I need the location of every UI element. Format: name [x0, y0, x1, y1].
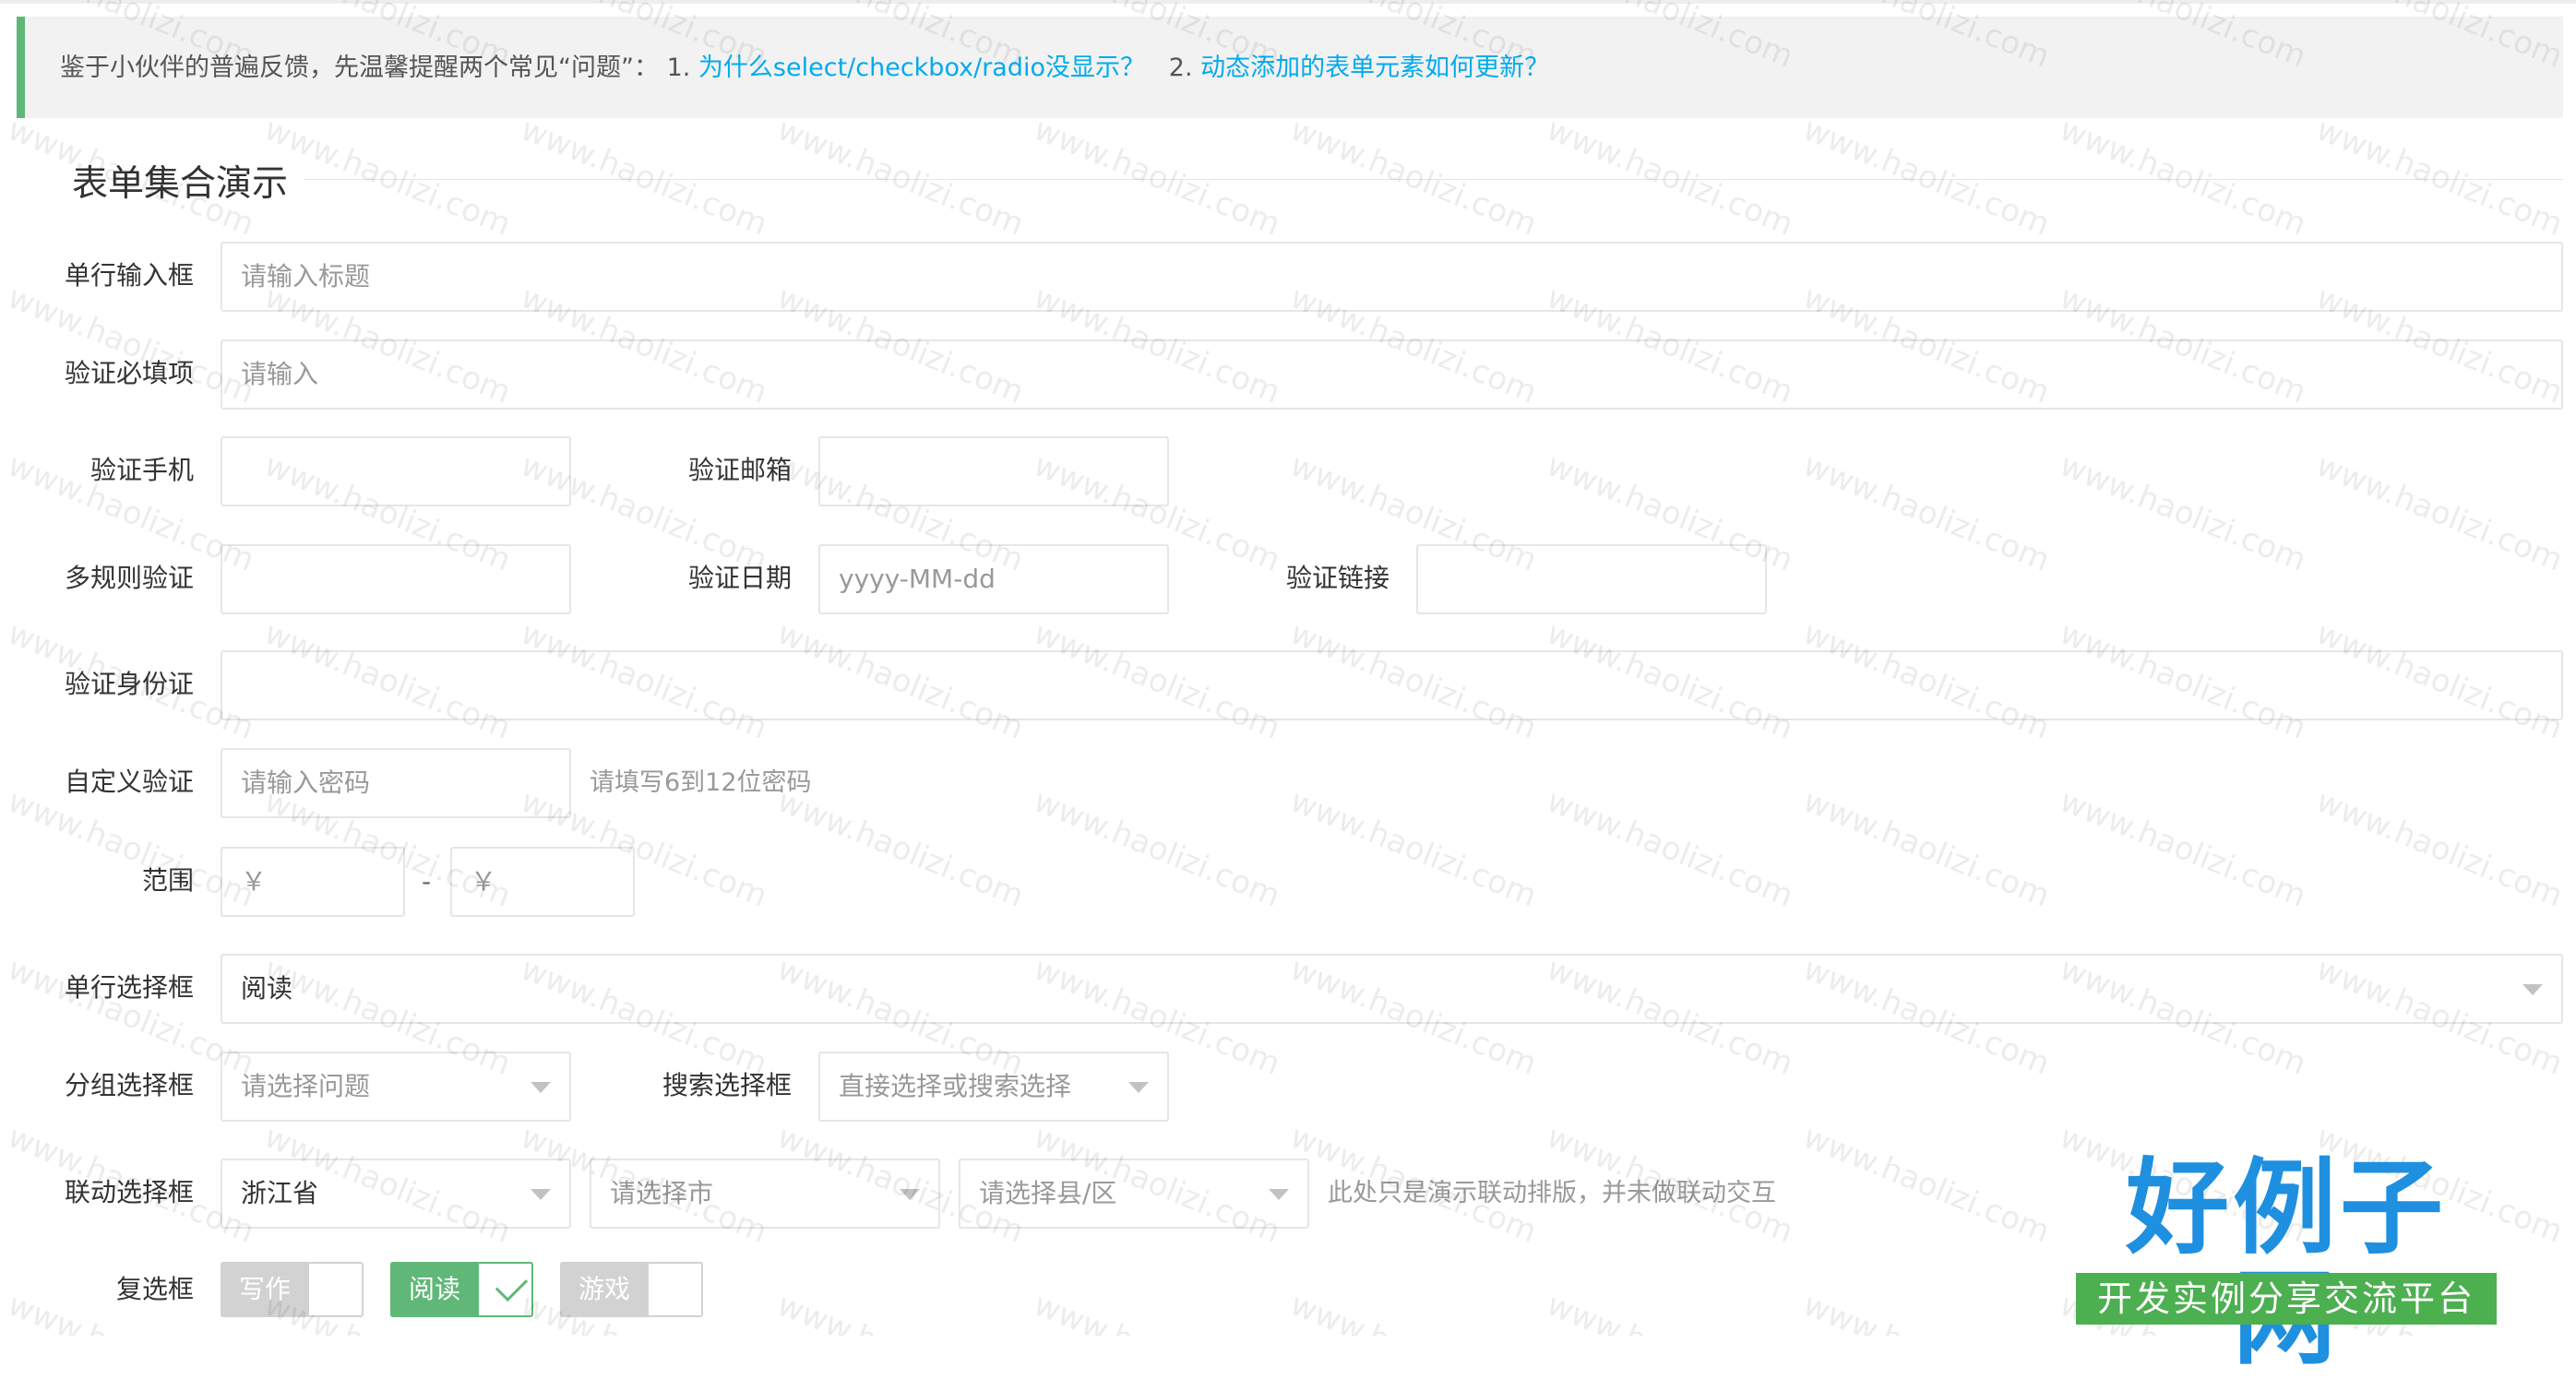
- password-hint: 请填写6到12位密码: [590, 768, 812, 797]
- watermark-text: www.haolizi.com: [1285, 1286, 1542, 1336]
- chevron-down-icon: [531, 1082, 551, 1093]
- required-label: 验证必填项: [64, 358, 194, 388]
- watermark-text: www.haolizi.com: [1284, 111, 1543, 244]
- phone-label: 验证手机: [89, 455, 194, 485]
- chevron-down-icon: [1128, 1082, 1149, 1093]
- checkbox-label: 复选框: [115, 1274, 194, 1304]
- watermark-text: www.haolizi.com: [1541, 782, 1799, 915]
- checkbox-writing-label: 写作: [221, 1262, 310, 1317]
- interest-select-value: 阅读: [241, 973, 293, 1004]
- watermark-text: www.haolizi.com: [1542, 1286, 1798, 1336]
- watermark-text: www.haolizi.com: [1541, 111, 1799, 244]
- range-label: 范围: [141, 865, 194, 896]
- watermark-text: www.haolizi.com: [771, 111, 1030, 244]
- url-label: 验证链接: [1285, 563, 1389, 593]
- tip-banner: 鉴于小伙伴的普遍反馈，先温馨提醒两个常见“问题”： 1. 为什么select/c…: [17, 17, 2563, 118]
- checkbox-writing[interactable]: 写作: [221, 1262, 364, 1317]
- url-input[interactable]: [1416, 544, 1767, 614]
- question-select-placeholder: 请选择问题: [241, 1071, 371, 1101]
- multi-rule-label: 多规则验证: [64, 563, 194, 593]
- county-select-placeholder: 请选择县/区: [979, 1178, 1117, 1208]
- city-select[interactable]: 请选择市: [590, 1159, 940, 1229]
- watermark-text: www.haolizi.com: [1284, 782, 1543, 915]
- watermark-text: www.haolizi.com: [515, 111, 773, 244]
- search-select-placeholder: 直接选择或搜索选择: [839, 1071, 1072, 1101]
- logo-sub-text: 开发实例分享交流平台: [2076, 1273, 2497, 1325]
- required-input[interactable]: 请输入: [221, 339, 2563, 410]
- select-group-label: 分组选择框: [64, 1070, 194, 1100]
- tip-num-1: 1.: [666, 53, 691, 82]
- watermark-text: www.haolizi.com: [1798, 1286, 2055, 1336]
- range-max-input[interactable]: ￥: [450, 847, 635, 917]
- watermark-text: www.haolizi.com: [2054, 446, 2312, 579]
- watermark-text: www.haolizi.com: [2054, 782, 2312, 915]
- date-label: 验证日期: [687, 563, 792, 593]
- email-label: 验证邮箱: [687, 455, 792, 485]
- range-min-input[interactable]: ￥: [221, 847, 405, 917]
- date-input[interactable]: yyyy-MM-dd: [818, 544, 1169, 614]
- province-select[interactable]: 浙江省: [221, 1159, 571, 1229]
- select-search-label: 搜索选择框: [662, 1070, 792, 1100]
- question-select[interactable]: 请选择问题: [221, 1052, 571, 1122]
- idcard-label: 验证身份证: [64, 669, 194, 699]
- range-separator: -: [422, 866, 432, 897]
- tip-text: 鉴于小伙伴的普遍反馈，先温馨提醒两个常见“问题”：: [60, 53, 659, 82]
- watermark-text: www.haolizi.com: [2310, 446, 2569, 579]
- select-single-label: 单行选择框: [64, 972, 194, 1003]
- watermark-text: www.haolizi.com: [2310, 111, 2569, 244]
- checkbox-gaming-label: 游戏: [560, 1262, 650, 1317]
- fieldset-divider: [304, 179, 2563, 180]
- password-input[interactable]: 请输入密码: [221, 748, 571, 818]
- idcard-input[interactable]: [221, 650, 2563, 720]
- watermark-text: www.haolizi.com: [2054, 111, 2312, 244]
- search-select[interactable]: 直接选择或搜索选择: [818, 1052, 1169, 1122]
- email-input[interactable]: [818, 436, 1169, 506]
- chevron-down-icon: [1269, 1189, 1289, 1200]
- watermark-text: www.haolizi.com: [1029, 1286, 1285, 1336]
- chevron-down-icon: [900, 1189, 920, 1200]
- site-logo: 好例子网 开发实例分享交流平台: [2074, 1153, 2498, 1374]
- linkage-label: 联动选择框: [64, 1177, 194, 1207]
- linkage-hint: 此处只是演示联动排版，并未做联动交互: [1328, 1179, 1776, 1207]
- chevron-down-icon: [2522, 984, 2543, 995]
- fieldset-legend: 表单集合演示: [72, 163, 289, 205]
- watermark-text: www.haolizi.com: [772, 1286, 1029, 1336]
- watermark-text: www.haolizi.com: [1028, 782, 1286, 915]
- chevron-down-icon: [531, 1189, 551, 1200]
- watermark-text: www.haolizi.com: [1797, 111, 2056, 244]
- interest-select[interactable]: 阅读: [221, 954, 2563, 1024]
- logo-main-text: 好例子网: [2126, 1147, 2447, 1374]
- watermark-text: www.haolizi.com: [2310, 782, 2569, 915]
- phone-input[interactable]: [221, 436, 571, 506]
- custom-label: 自定义验证: [64, 767, 194, 797]
- watermark-text: www.haolizi.com: [1797, 1118, 2056, 1251]
- county-select[interactable]: 请选择县/区: [959, 1159, 1309, 1229]
- watermark-text: www.haolizi.com: [1797, 446, 2056, 579]
- single-line-label: 单行输入框: [64, 260, 194, 291]
- checkbox-reading-label: 阅读: [390, 1262, 480, 1317]
- province-select-value: 浙江省: [241, 1178, 319, 1208]
- watermark-text: www.haolizi.com: [258, 111, 517, 244]
- watermark-text: www.haolizi.com: [1797, 782, 2056, 915]
- tip-link-dynamic-update[interactable]: 动态添加的表单元素如何更新？: [1200, 53, 1549, 82]
- top-border: [0, 0, 2576, 4]
- city-select-placeholder: 请选择市: [610, 1178, 714, 1208]
- checkbox-reading[interactable]: 阅读: [390, 1262, 533, 1317]
- tip-link-select-checkbox[interactable]: 为什么select/checkbox/radio没显示？: [698, 53, 1145, 82]
- title-input[interactable]: 请输入标题: [221, 242, 2563, 312]
- multi-rule-input[interactable]: [221, 544, 571, 614]
- watermark-text: www.haolizi.com: [1028, 111, 1286, 244]
- checkbox-gaming[interactable]: 游戏: [560, 1262, 703, 1317]
- tip-num-2: 2.: [1168, 53, 1193, 82]
